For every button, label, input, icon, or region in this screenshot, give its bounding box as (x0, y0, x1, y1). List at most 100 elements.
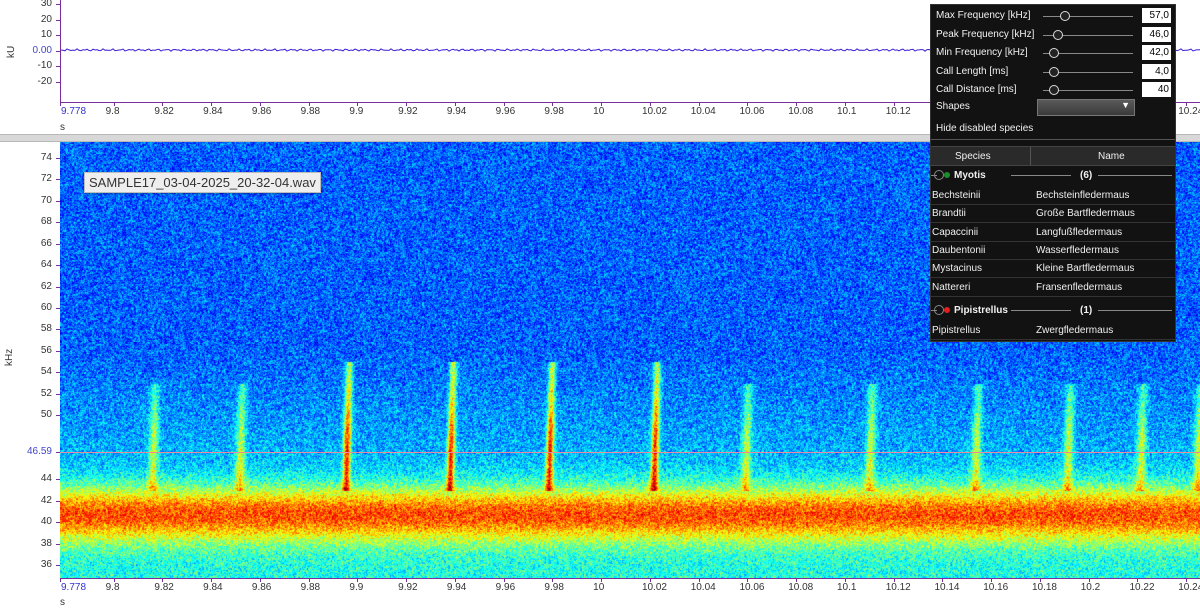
group-count: (6) (1080, 170, 1093, 181)
spectrogram-y-tick-label: 68 (40, 216, 52, 228)
parameter-row: Min Frequency [kHz] 42,0 (931, 44, 1175, 62)
frequency-cursor-line[interactable] (60, 451, 1200, 453)
column-header-species[interactable]: Species (955, 151, 991, 162)
parameter-slider[interactable] (1043, 16, 1133, 17)
waveform-x-tick-label: 9.82 (154, 106, 174, 117)
species-common-name: Wasserfledermaus (1036, 244, 1119, 256)
spectrogram-y-tick-label: 50 (40, 409, 52, 421)
species-common-name: Fransenfledermaus (1036, 281, 1123, 293)
spectrogram-x-tick-label: 9.778 (61, 582, 87, 593)
species-latin-name: Nattereri (932, 281, 971, 293)
spectrogram-y-tick-label: 74 (40, 152, 52, 164)
species-common-name: Kleine Bartfledermaus (1036, 263, 1135, 275)
parameter-value-field[interactable]: 40 (1142, 82, 1171, 97)
spectrogram-y-tick-label: 46.59 (26, 445, 52, 457)
waveform-x-tick-label: 10.1 (836, 106, 857, 117)
parameter-value-field[interactable]: 42,0 (1142, 45, 1171, 60)
species-latin-name: Brandtii (932, 208, 966, 220)
species-latin-name: Daubentonii (932, 244, 986, 256)
slider-thumb[interactable] (1059, 11, 1070, 21)
column-divider (1030, 147, 1031, 165)
hide-disabled-species-toggle[interactable]: Hide disabled species (936, 123, 1033, 134)
spectrogram-y-tick-label: 60 (40, 302, 52, 314)
parameter-label: Peak Frequency [kHz] (936, 28, 1035, 40)
group-line-mid (1011, 175, 1071, 176)
species-latin-name: Mystacinus (932, 263, 983, 275)
spectrogram-y-tick-label: 70 (40, 194, 52, 206)
species-latin-name: Pipistrellus (932, 324, 981, 336)
spectrogram-x-tick-label: 9.86 (251, 582, 272, 593)
spectrogram-x-tick-label: 10.06 (739, 582, 765, 593)
parameter-row: Peak Frequency [kHz] 46,0 (931, 26, 1175, 44)
group-line-right (1098, 175, 1172, 176)
parameter-value-field[interactable]: 4,0 (1142, 63, 1171, 79)
spectrogram-x-tick-label: 9.94 (446, 582, 467, 593)
species-common-name: Große Bartfledermaus (1036, 208, 1135, 220)
parameter-label: Call Length [ms] (936, 65, 1009, 77)
waveform-x-tick-label: 10 (593, 106, 605, 117)
species-common-name: Langfußfledermaus (1036, 226, 1123, 238)
parameter-value-field[interactable]: 46,0 (1142, 26, 1171, 42)
spectrogram-x-tick-label: 9.98 (544, 582, 564, 593)
spectrogram-x-tick-label: 10.04 (690, 582, 716, 593)
waveform-x-tick-label: 9.94 (446, 106, 467, 117)
spectrogram-x-tick-label: 10.14 (934, 582, 960, 593)
shapes-dropdown[interactable]: ▼ (1037, 99, 1135, 116)
waveform-x-tick-label: 9.86 (251, 106, 272, 117)
spectrogram-x-tick-label: 10.1 (836, 582, 857, 593)
group-count: (1) (1080, 304, 1093, 316)
parameter-row: Call Length [ms] 4,0 (931, 63, 1175, 81)
column-header-name[interactable]: Name (1098, 151, 1125, 162)
group-status-dot-icon (944, 306, 950, 313)
shapes-label: Shapes (936, 101, 970, 112)
waveform-x-tick-label: 10.04 (690, 106, 716, 117)
group-name: Pipistrellus (954, 304, 1008, 316)
spectrogram-x-tick-label: 10.08 (788, 582, 814, 593)
slider-thumb[interactable] (1052, 29, 1063, 40)
species-row[interactable]: Nattereri Fransenfledermaus (931, 278, 1175, 297)
spectrogram-x-tick-label: 9.8 (105, 582, 120, 593)
species-row[interactable]: Daubentonii Wasserfledermaus (931, 241, 1175, 260)
species-row[interactable]: Brandtii Große Bartfledermaus (931, 204, 1175, 224)
spectrogram-x-unit: s (60, 597, 65, 608)
expand-toggle-icon[interactable] (934, 304, 944, 315)
spectrogram-y-tick-label: 58 (40, 323, 52, 335)
group-line-mid (1011, 309, 1071, 311)
spectrogram-y-tick-label: 66 (40, 237, 52, 249)
slider-thumb[interactable] (1049, 85, 1059, 95)
parameter-label: Min Frequency [kHz] (936, 47, 1028, 58)
waveform-x-tick-label: 10.24 (1178, 106, 1200, 117)
waveform-y-tick-label: 30 (40, 0, 52, 9)
waveform-y-tick-label: -10 (37, 60, 52, 72)
panel-separator (931, 139, 1175, 140)
species-table-header: Species Name (931, 146, 1175, 166)
spectrogram-x-tick-label: 10.12 (885, 582, 911, 593)
species-latin-name: Bechsteinii (932, 190, 981, 201)
waveform-x-tick-label: 10.08 (788, 106, 814, 117)
waveform-x-tick-label: 9.88 (300, 106, 321, 117)
species-group-row[interactable]: Myotis (6) (931, 167, 1175, 185)
spectrogram-x-tick-label: 10.16 (983, 582, 1009, 593)
spectrogram-y-unit: kHz (4, 348, 15, 366)
species-row[interactable]: Pipistrellus Zwergfledermaus (931, 321, 1175, 340)
spectrogram-x-tick-label: 9.88 (300, 582, 321, 593)
species-row[interactable]: Bechsteinii Bechsteinfledermaus (931, 186, 1175, 205)
species-row[interactable]: Mystacinus Kleine Bartfledermaus (931, 259, 1175, 279)
spectrogram-y-tick-label: 54 (40, 366, 52, 378)
group-status-dot-icon (944, 172, 950, 178)
parameter-value-field[interactable]: 57,0 (1142, 8, 1171, 23)
parameter-row: Max Frequency [kHz] 57,0 (931, 7, 1175, 25)
species-filter-panel: Max Frequency [kHz] 57,0 Peak Frequency [k… (930, 4, 1176, 342)
slider-thumb[interactable] (1049, 48, 1059, 58)
spectrogram-y-tick-label: 40 (40, 516, 52, 528)
spectrogram-y-tick-label: 44 (40, 473, 52, 485)
species-group-row[interactable]: Pipistrellus (1) (931, 302, 1175, 320)
spectrogram-x-tick-label: 9.84 (203, 582, 223, 593)
species-row[interactable]: Capaccinii Langfußfledermaus (931, 223, 1175, 242)
spectrogram-x-tick-label: 10.24 (1178, 582, 1200, 593)
expand-toggle-icon[interactable] (934, 170, 944, 180)
waveform-y-tick-label: 20 (40, 13, 52, 25)
waveform-x-tick-label: 10.12 (885, 106, 911, 117)
waveform-y-tick-label: 10 (40, 29, 52, 41)
slider-thumb[interactable] (1049, 66, 1059, 77)
